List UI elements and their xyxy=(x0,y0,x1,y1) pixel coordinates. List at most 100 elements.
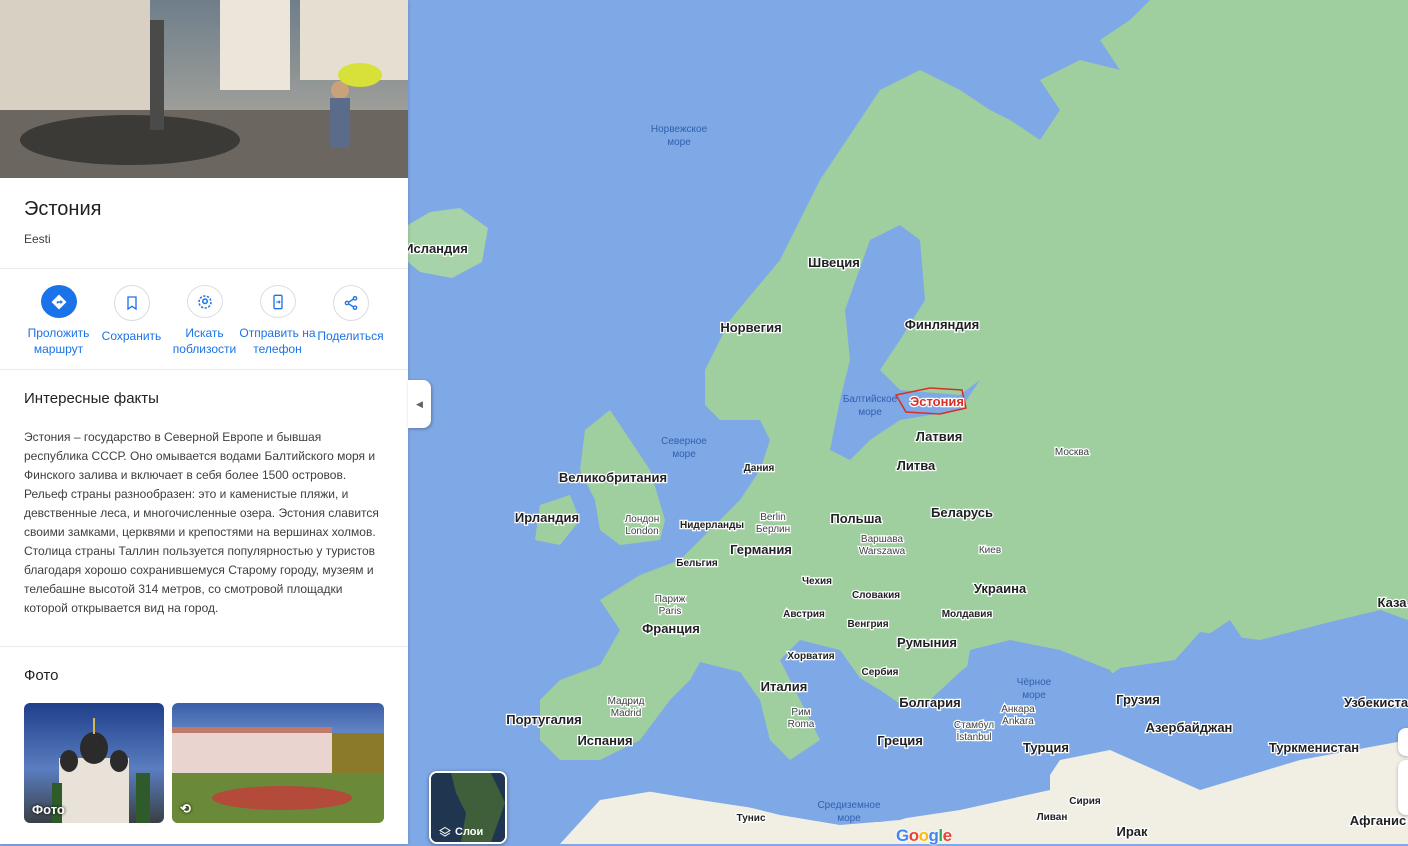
country-label[interactable]: Узбекистан xyxy=(1343,694,1408,712)
city-label[interactable]: London xyxy=(624,525,660,539)
country-label[interactable]: Тунис xyxy=(735,812,767,826)
country-label[interactable]: Румыния xyxy=(896,634,958,652)
country-label[interactable]: Турция xyxy=(1022,739,1071,757)
country-label[interactable]: Греция xyxy=(876,732,924,750)
country-label[interactable]: Италия xyxy=(759,678,808,696)
country-label[interactable]: Португалия xyxy=(505,711,583,729)
sea-label[interactable]: море xyxy=(837,813,861,824)
country-label[interactable]: Ирак xyxy=(1115,823,1149,841)
city-label[interactable]: Ankara xyxy=(1001,715,1036,729)
sea-label[interactable]: море xyxy=(672,449,696,460)
country-label[interactable]: Австрия xyxy=(782,608,826,622)
country-label[interactable]: Великобритания xyxy=(558,469,669,487)
city-label[interactable]: Madrid xyxy=(609,707,642,721)
sea-label[interactable]: море xyxy=(858,407,882,418)
divider xyxy=(0,646,408,647)
country-label[interactable]: Дания xyxy=(742,462,775,476)
city-label[interactable]: Варшава xyxy=(860,533,905,547)
country-label[interactable]: Украина xyxy=(973,580,1029,598)
nearby-label: Искать поблизости xyxy=(172,326,237,356)
country-label[interactable]: Германия xyxy=(729,541,793,559)
country-label[interactable]: Беларусь xyxy=(930,504,994,522)
country-label[interactable]: Ирландия xyxy=(514,509,581,527)
country-label[interactable]: Сирия xyxy=(1068,795,1102,809)
nearby-button[interactable]: Искать поблизости xyxy=(168,285,241,357)
facts-text: Эстония – государство в Северной Европе … xyxy=(24,430,379,615)
share-button[interactable]: Поделиться xyxy=(314,285,387,357)
country-label[interactable]: Афганис xyxy=(1349,812,1408,830)
send-to-phone-button[interactable]: Отправить на телефон xyxy=(239,285,316,357)
directions-label: Проложить маршрут xyxy=(27,326,90,356)
country-label[interactable]: Ливан xyxy=(1035,811,1068,825)
country-label[interactable]: Польша xyxy=(829,510,884,528)
chevron-left-icon: ◀ xyxy=(416,398,423,409)
collapse-panel-button[interactable]: ◀ xyxy=(408,380,431,428)
place-title: Эстония xyxy=(24,198,102,220)
country-label[interactable]: Азербайджан xyxy=(1144,719,1233,737)
city-label[interactable]: Париж xyxy=(653,593,686,607)
city-label[interactable]: Мадрид xyxy=(606,695,645,709)
palace-image xyxy=(172,727,384,823)
photo-strip: Фото ⟲ xyxy=(24,703,408,823)
save-button[interactable]: Сохранить xyxy=(95,285,168,357)
city-label[interactable]: Киев xyxy=(978,544,1003,558)
photo-thumbnail[interactable]: Фото xyxy=(24,703,164,823)
country-label[interactable]: Испания xyxy=(576,732,634,750)
city-label[interactable]: Москва xyxy=(1054,446,1091,460)
hero-image xyxy=(0,0,408,178)
sea-label[interactable]: море xyxy=(667,137,691,148)
sea-label[interactable]: Средиземное xyxy=(817,800,881,811)
highlighted-country-label[interactable]: Эстония xyxy=(909,393,966,411)
country-label[interactable]: Венгрия xyxy=(846,618,890,632)
save-label: Сохранить xyxy=(101,329,162,343)
country-label[interactable]: Швеция xyxy=(807,254,861,272)
nearby-icon xyxy=(186,285,223,318)
action-bar: Проложить маршрут Сохранить Искать побли… xyxy=(0,269,408,369)
city-label[interactable]: Berlin xyxy=(759,511,787,525)
city-label[interactable]: Лондон xyxy=(623,513,660,527)
layers-icon xyxy=(439,826,451,837)
city-label[interactable]: Стамбул xyxy=(953,718,996,733)
hero-photo[interactable] xyxy=(0,0,408,178)
city-label[interactable]: Paris xyxy=(657,605,682,619)
country-label[interactable]: Норвегия xyxy=(719,319,783,337)
country-label[interactable]: Франция xyxy=(641,620,701,638)
share-label: Поделиться xyxy=(317,329,384,343)
country-label[interactable]: Исландия xyxy=(403,240,469,258)
country-label[interactable]: Финляндия xyxy=(904,316,981,334)
photos-heading: Фото xyxy=(24,667,59,684)
city-label[interactable]: Roma xyxy=(786,718,816,732)
street-view-thumbnail[interactable]: ⟲ xyxy=(172,703,384,823)
country-label[interactable]: Молдавия xyxy=(940,608,993,622)
country-label[interactable]: Чехия xyxy=(801,575,834,589)
country-label[interactable]: Словакия xyxy=(851,589,902,603)
country-label[interactable]: Литва xyxy=(895,457,937,475)
city-label[interactable]: Рим xyxy=(790,706,812,720)
directions-button[interactable]: Проложить маршрут xyxy=(22,285,95,357)
country-label[interactable]: Грузия xyxy=(1115,691,1161,709)
country-label[interactable]: Латвия xyxy=(914,428,963,446)
city-label[interactable]: Берлин xyxy=(755,523,792,537)
country-label[interactable]: Болгария xyxy=(898,694,962,712)
country-label[interactable]: Сербия xyxy=(860,665,900,680)
sea-label[interactable]: Норвежское xyxy=(651,124,708,135)
city-label[interactable]: Warszawa xyxy=(858,545,907,559)
city-label[interactable]: İstanbul xyxy=(955,729,993,745)
city-label[interactable]: Анкара xyxy=(1000,703,1036,717)
country-label[interactable]: Каза xyxy=(1376,594,1408,612)
sea-label[interactable]: Балтийское xyxy=(843,394,898,405)
sea-label[interactable]: Северное xyxy=(661,436,707,447)
country-label[interactable]: Хорватия xyxy=(786,650,836,664)
zoom-in-button[interactable] xyxy=(1398,728,1408,756)
country-label[interactable]: Бельгия xyxy=(675,557,719,571)
place-subtitle: Eesti xyxy=(24,232,51,246)
street-view-icon: ⟲ xyxy=(180,801,191,816)
country-label[interactable]: Туркменистан xyxy=(1268,739,1361,757)
layers-label: Слои xyxy=(439,826,483,838)
bookmark-icon xyxy=(113,285,150,321)
sea-label[interactable]: Чёрное xyxy=(1017,677,1052,688)
zoom-out-button[interactable] xyxy=(1398,760,1408,815)
country-label[interactable]: Нидерланды xyxy=(679,519,745,533)
sea-label[interactable]: море xyxy=(1022,690,1046,701)
layers-button[interactable]: Слои xyxy=(429,771,507,844)
